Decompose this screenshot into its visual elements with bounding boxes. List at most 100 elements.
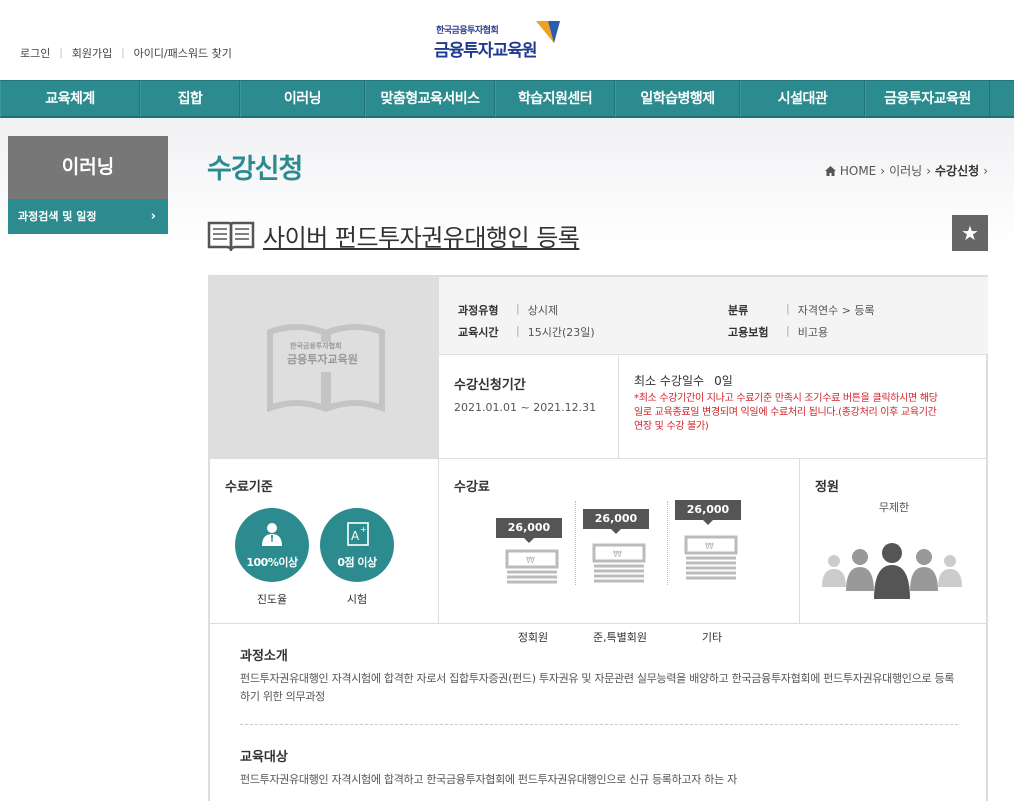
person-icon [262,523,282,546]
site-logo[interactable]: 한국금융투자협회 금융투자교육원 [434,19,574,61]
fee-associate-label: 준,특별회원 [592,631,648,644]
criteria-exam-circle: A + 0점 이상 [320,508,394,582]
fee-associate: 26,000 ₩ 준,특별회원 [570,499,670,644]
nav-item-worklearn[interactable]: 일학습병행제 [615,81,740,117]
top-header: 로그인 | 회원가입 | 아이디/패스워드 찾기 한국금융투자협회 금융투자교육… [0,0,1014,80]
enroll-period: 수강신청기간 2021.01.01 ~ 2021.12.31 [439,356,619,458]
nav-item-offline[interactable]: 집합 [140,81,240,117]
criteria-progress-label: 진도율 [256,593,288,606]
login-link[interactable]: 로그인 [20,45,50,61]
nav-item-institute[interactable]: 금융투자교육원 [865,81,990,117]
fee-regular: 26,000 ₩ 정회원 [483,499,583,644]
people-group-icon [822,543,962,599]
money-stack-icon: ₩ [505,549,559,584]
page-title: 수강신청 [207,154,303,185]
capacity-value: 무제한 [878,501,910,514]
main-nav: 교육체계 집합 이러닝 맞춤형교육서비스 학습지원센터 일학습병행제 시설대관 … [0,80,1014,118]
meta-insurance-label: 고용보험 [728,326,769,339]
meta-type-label: 과정유형 [458,304,499,317]
course-meta: 과정유형 | 상시제 교육시간 | 15시간(23일) 분류 | 자격연수 > … [439,277,988,355]
logo-small-text: 한국금융투자협회 [436,26,499,36]
fee-other-label: 기타 [701,631,723,644]
target-text: 펀드투자권유대행인 자격시험에 합격하고 한국금융투자협회에 펀드투자권유대행인… [240,773,737,786]
utility-links: 로그인 | 회원가입 | 아이디/패스워드 찾기 [20,45,232,61]
nav-item-custom[interactable]: 맞춤형교육서비스 [365,81,495,117]
intro-text: 펀드투자권유대행인 자격시험에 합격한 자로서 집합투자증권(펀드) 투자권유 … [240,672,955,703]
course-title-row: 사이버 펀드투자권유대행인 등록 [207,215,580,255]
find-account-link[interactable]: 아이디/패스워드 찾기 [134,45,232,61]
divider [240,724,958,725]
sidebar-item-label: 과정검색 및 일정 [18,210,97,223]
svg-text:₩: ₩ [526,556,535,566]
breadcrumb-home[interactable]: HOME [840,164,876,178]
breadcrumb-elearning[interactable]: 이러닝 [889,162,922,179]
star-icon: ★ [961,221,979,245]
meta-type: 과정유형 | 상시제 [458,302,558,318]
intro-heading: 과정소개 [240,649,288,664]
chevron-right-icon: › [983,163,988,178]
meta-hours: 교육시간 | 15시간(23일) [458,324,595,340]
min-days-value: 0일 [714,374,733,388]
course-thumbnail: 한국금융투자협회 금융투자교육원 [210,277,439,458]
enroll-period-value: 2021.01.01 ~ 2021.12.31 [454,401,597,414]
completion-criteria: 수료기준 100%이상 A + 0점 이상 진도율 시험 [210,459,439,623]
chevron-right-icon: › [880,163,886,178]
meta-category-label: 분류 [728,304,749,317]
divider [210,623,988,624]
svg-text:₩: ₩ [705,542,714,552]
course-title[interactable]: 사이버 펀드투자권유대행인 등록 [263,218,580,253]
fee-label: 수강료 [454,480,490,495]
nav-item-system[interactable]: 교육체계 [0,81,140,117]
home-icon [824,165,836,176]
meta-hours-label: 교육시간 [458,326,499,339]
criteria-exam-value: 0점 이상 [337,556,377,569]
svg-text:A: A [351,529,360,543]
meta-hours-value: 15시간(23일) [527,326,595,339]
nav-item-support[interactable]: 학습지원센터 [495,81,615,117]
fee-associate-price: 26,000 [583,509,649,534]
nav-item-facility[interactable]: 시설대관 [740,81,865,117]
min-days-heading: 최소 수강일수 0일 [634,372,733,389]
capacity-label: 정원 [815,480,839,495]
meta-category-value: 자격연수 > 등록 [797,304,875,317]
signup-link[interactable]: 회원가입 [72,45,112,61]
min-days-note: *최소 수강기간이 지나고 수료기준 만족시 조기수료 버튼을 클릭하시면 해당… [634,393,938,432]
criteria-progress-value: 100%이상 [246,556,298,569]
grade-a-plus-icon: A + [347,522,369,546]
money-stack-icon: ₩ [592,543,646,583]
meta-category: 분류 | 자격연수 > 등록 [728,302,875,318]
logo-text: 금융투자교육원 [434,41,537,61]
book-placeholder-icon [267,324,385,412]
nav-item-elearning[interactable]: 이러닝 [240,81,365,117]
thumbnail-logo: 금융투자교육원 [287,353,358,366]
criteria-label: 수료기준 [225,480,273,495]
logo-mark-icon [536,21,560,43]
svg-text:₩: ₩ [613,550,622,560]
separator: | [786,324,790,337]
course-fee: 수강료 26,000 ₩ 정회원 26,000 ₩ 준,특별회원 26,000 … [439,459,800,644]
fee-other: 26,000 ₩ 기타 [662,499,762,644]
capacity: 정원 무제한 [800,459,988,623]
min-days-label: 최소 수강일수 [634,374,705,388]
separator: | [516,302,520,315]
meta-type-value: 상시제 [527,304,559,317]
meta-insurance-value: 비고용 [797,326,829,339]
enroll-period-label: 수강신청기간 [454,378,526,393]
min-days: 최소 수강일수 0일 *최소 수강기간이 지나고 수료기준 만족시 조기수료 버튼… [620,356,988,458]
fee-regular-price: 26,000 [496,518,562,543]
separator: | [786,302,790,315]
favorite-star-button[interactable]: ★ [952,215,988,251]
book-icon [207,221,255,251]
separator: | [516,324,520,337]
sidebar-title: 이러닝 [8,136,168,199]
breadcrumb-current[interactable]: 수강신청 [935,162,979,179]
course-info-box: 한국금융투자협회 금융투자교육원 과정유형 | 상시제 교육시간 | 15시간(… [208,275,988,801]
svg-text:+: + [360,525,367,534]
sidebar-item-search[interactable]: 과정검색 및 일정 › [8,199,168,234]
chevron-right-icon: › [150,209,156,224]
breadcrumb: HOME › 이러닝 › 수강신청 › [824,162,988,179]
fee-regular-label: 정회원 [517,631,549,644]
meta-insurance: 고용보험 | 비고용 [728,324,828,340]
fee-other-price: 26,000 [675,500,741,525]
money-stack-icon: ₩ [684,535,738,580]
